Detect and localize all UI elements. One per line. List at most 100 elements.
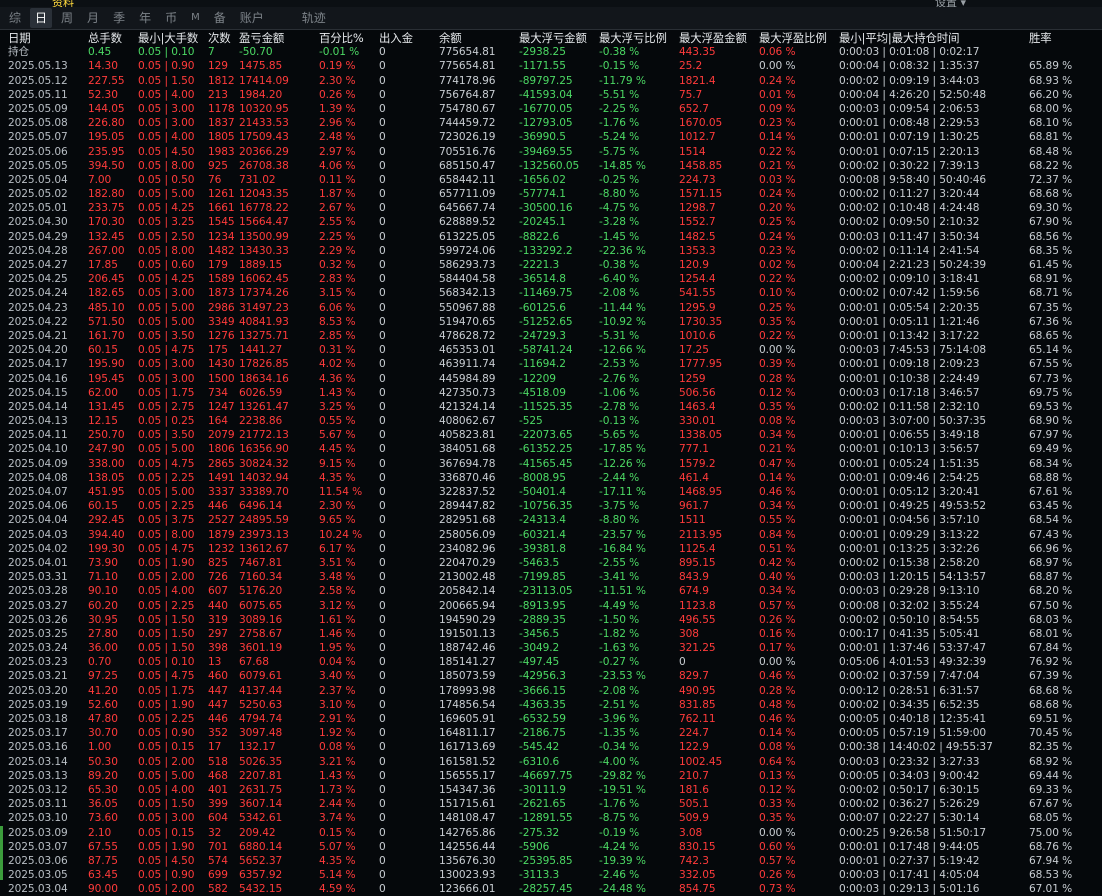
table-row[interactable]: 2025.05.07 195.05 0.05 | 4.00 1805 17509.43 2… [8, 130, 1102, 144]
table-row[interactable]: 2025.05.12 227.55 0.05 | 1.50 1812 17414.09 2… [8, 74, 1102, 88]
cell-max-float-loss-ratio: -1.76 % [599, 117, 640, 130]
tab-m[interactable]: M [186, 8, 205, 28]
table-row[interactable]: 2025.04.09 338.00 0.05 | 4.75 2865 30824.32 9… [8, 457, 1102, 471]
table-row[interactable]: 2025.04.14 131.45 0.05 | 2.75 1247 13261.47 3… [8, 400, 1102, 414]
col-header-pnl[interactable]: 盈亏金额 [239, 31, 284, 45]
table-row[interactable]: 2025.03.05 63.45 0.05 | 0.90 699 6357.92 5.14… [8, 868, 1102, 882]
cell-min-max-lots: 0.05 | 5.00 [138, 188, 195, 201]
tab-overview[interactable]: 综 [4, 8, 26, 28]
table-row[interactable]: 2025.03.10 73.60 0.05 | 3.00 604 5342.61 3.74… [8, 811, 1102, 825]
cell-win-rate: 68.81 % [1029, 131, 1073, 144]
table-row[interactable]: 2025.04.25 206.45 0.05 | 4.25 1589 16062.45 2… [8, 272, 1102, 286]
table-row[interactable]: 2025.04.01 73.90 0.05 | 1.90 825 7467.81 3.51… [8, 556, 1102, 570]
table-row[interactable]: 2025.04.28 267.00 0.05 | 8.00 1482 13430.33 2… [8, 244, 1102, 258]
tab-quarter[interactable]: 季 [108, 8, 130, 28]
table-row[interactable]: 2025.03.07 67.55 0.05 | 1.90 701 6880.14 5.07… [8, 840, 1102, 854]
table-row[interactable]: 2025.03.28 90.10 0.05 | 4.00 607 5176.20 2.58… [8, 584, 1102, 598]
cell-max-float-loss-ratio: -10.92 % [599, 315, 646, 328]
col-header-percent[interactable]: 百分比% [319, 31, 364, 45]
table-row[interactable]: 2025.04.27 17.85 0.05 | 0.60 179 1889.15 0.32… [8, 258, 1102, 272]
tab-month[interactable]: 月 [82, 8, 104, 28]
table-row[interactable]: 2025.03.20 41.20 0.05 | 1.75 447 4137.44 2.37… [8, 684, 1102, 698]
table-row[interactable]: 2025.04.30 170.30 0.05 | 3.25 1545 15664.47 2… [8, 215, 1102, 229]
table-row[interactable]: 2025.04.02 199.30 0.05 | 4.75 1232 13612.67 6… [8, 542, 1102, 556]
table-row[interactable]: 2025.04.23 485.10 0.05 | 5.00 2986 31497.23 6… [8, 301, 1102, 315]
table-row[interactable]: 2025.04.11 250.70 0.05 | 3.50 2079 21772.13 5… [8, 428, 1102, 442]
table-row[interactable]: 2025.05.11 52.30 0.05 | 4.00 213 1984.20 0.26… [8, 88, 1102, 102]
col-header-date[interactable]: 日期 [8, 31, 31, 45]
table-row[interactable]: 2025.03.04 90.00 0.05 | 2.00 582 5432.15 4.59… [8, 882, 1102, 896]
cell-min-max-lots: 0.05 | 0.60 [138, 259, 195, 271]
table-row[interactable]: 2025.04.21 161.70 0.05 | 3.50 1276 13275.71 2… [8, 329, 1102, 343]
tab-day[interactable]: 日 [30, 8, 53, 28]
tab-account[interactable]: 账户 [235, 8, 269, 28]
cell-balance: 657711.09 [439, 188, 496, 201]
cell-max-float-loss-ratio: -2.78 % [599, 400, 640, 413]
table-row[interactable]: 2025.03.24 36.00 0.05 | 1.50 398 3601.19 1.95… [8, 641, 1102, 655]
table-row[interactable]: 2025.05.05 394.50 0.05 | 8.00 925 26708.38 4.… [8, 159, 1102, 173]
table-row[interactable]: 2025.05.01 233.75 0.05 | 4.25 1661 16778.22 2… [8, 201, 1102, 215]
table-row[interactable]: 2025.03.13 89.20 0.05 | 5.00 468 2207.81 1.43… [8, 769, 1102, 783]
table-row[interactable]: 2025.04.06 60.15 0.05 | 2.25 446 6496.14 2.30… [8, 499, 1102, 513]
table-row[interactable]: 2025.04.10 247.90 0.05 | 5.00 1806 16356.90 4… [8, 442, 1102, 456]
table-row[interactable]: 2025.03.26 30.95 0.05 | 1.50 319 3089.16 1.61… [8, 613, 1102, 627]
table-row[interactable]: 2025.04.16 195.45 0.05 | 3.00 1500 18634.16 4… [8, 372, 1102, 386]
col-header-balance[interactable]: 余额 [439, 31, 462, 45]
tab-track[interactable]: 轨迹 [297, 8, 331, 28]
col-header-min-max-lots[interactable]: 最小|大手数 [138, 31, 198, 45]
col-header-max-float-loss[interactable]: 最大浮亏金额 [519, 31, 587, 45]
col-header-max-float-profit-ratio[interactable]: 最大浮盈比例 [759, 31, 827, 45]
col-header-hold-time[interactable]: 最小|平均|最大持仓时间 [839, 31, 959, 45]
cell-hold-time: 0:05:06 | 4:01:53 | 49:32:39 [839, 656, 987, 669]
table-row[interactable]: 2025.04.24 182.65 0.05 | 3.00 1873 17374.26 3… [8, 286, 1102, 300]
table-row[interactable]: 2025.04.04 292.45 0.05 | 3.75 2527 24895.59 9… [8, 513, 1102, 527]
table-row[interactable]: 2025.05.04 7.00 0.05 | 0.50 76 731.02 0.11 % 0… [8, 173, 1102, 187]
col-header-max-float-profit[interactable]: 最大浮盈金额 [679, 31, 747, 45]
cell-min-max-lots: 0.05 | 3.00 [138, 358, 195, 371]
cell-count: 2865 [208, 457, 235, 470]
table-row[interactable]: 2025.03.25 27.80 0.05 | 1.50 297 2758.67 1.46… [8, 627, 1102, 641]
table-row[interactable]: 2025.04.22 571.50 0.05 | 5.00 3349 40841.93 8… [8, 315, 1102, 329]
table-row[interactable]: 2025.03.14 50.30 0.05 | 2.00 518 5026.35 3.21… [8, 755, 1102, 769]
table-row[interactable]: 2025.04.15 62.00 0.05 | 1.75 734 6026.59 1.43… [8, 386, 1102, 400]
cell-total-lots: 338.00 [88, 457, 125, 470]
table-row[interactable]: 2025.04.20 60.15 0.05 | 4.75 175 1441.27 0.31… [8, 343, 1102, 357]
holding-row[interactable]: 持仓 0.45 0.05 | 0.10 7 -50.70 -0.01 % 0 7… [8, 45, 1102, 59]
col-header-total-lots[interactable]: 总手数 [88, 31, 122, 45]
table-row[interactable]: 2025.05.13 14.30 0.05 | 0.90 129 1475.85 0.19… [8, 59, 1102, 73]
table-row[interactable]: 2025.05.02 182.80 0.05 | 5.00 1261 12043.35 1… [8, 187, 1102, 201]
tab-currency[interactable]: 币 [160, 8, 182, 28]
table-row[interactable]: 2025.03.12 65.30 0.05 | 4.00 401 2631.75 1.73… [8, 783, 1102, 797]
table-row[interactable]: 2025.03.17 30.70 0.05 | 0.90 352 3097.48 1.92… [8, 726, 1102, 740]
cell-win-rate: 67.50 % [1029, 599, 1073, 612]
col-header-count[interactable]: 次数 [208, 31, 231, 45]
col-header-max-float-loss-ratio[interactable]: 最大浮亏比例 [599, 31, 667, 45]
table-row[interactable]: 2025.05.06 235.95 0.05 | 4.50 1983 20366.29 2… [8, 145, 1102, 159]
table-row[interactable]: 2025.03.16 1.00 0.05 | 0.15 17 132.17 0.08 % 0… [8, 740, 1102, 754]
cell-date: 2025.03.25 [8, 627, 68, 640]
col-header-deposit[interactable]: 出入金 [379, 31, 413, 45]
table-row[interactable]: 2025.03.18 47.80 0.05 | 2.25 446 4794.74 2.91… [8, 712, 1102, 726]
table-row[interactable]: 2025.03.21 97.25 0.05 | 4.75 460 6079.61 3.40… [8, 669, 1102, 683]
table-row[interactable]: 2025.03.23 0.70 0.05 | 0.10 13 67.68 0.04 % 0 1… [8, 655, 1102, 669]
table-row[interactable]: 2025.04.07 451.95 0.05 | 5.00 3337 33389.70 1… [8, 485, 1102, 499]
tab-notes[interactable]: 备 [209, 8, 231, 28]
table-row[interactable]: 2025.04.08 138.05 0.05 | 2.25 1491 14032.94 4… [8, 471, 1102, 485]
table-row[interactable]: 2025.03.19 52.60 0.05 | 1.90 447 5250.63 3.10… [8, 698, 1102, 712]
table-row[interactable]: 2025.03.11 36.05 0.05 | 1.50 399 3607.14 2.44… [8, 797, 1102, 811]
table-row[interactable]: 2025.03.09 2.10 0.05 | 0.15 32 209.42 0.15 % 0… [8, 826, 1102, 840]
table-row[interactable]: 2025.05.08 226.80 0.05 | 3.00 1837 21433.53 2… [8, 116, 1102, 130]
table-row[interactable]: 2025.03.31 71.10 0.05 | 2.00 726 7160.34 3.48… [8, 570, 1102, 584]
table-row[interactable]: 2025.03.27 60.20 0.05 | 2.25 440 6075.65 3.12… [8, 599, 1102, 613]
table-row[interactable]: 2025.04.13 12.15 0.05 | 0.25 164 2238.86 0.55… [8, 414, 1102, 428]
cell-date: 2025.05.04 [8, 173, 68, 186]
table-row[interactable]: 2025.05.09 144.05 0.05 | 3.00 1178 10320.95 1… [8, 102, 1102, 116]
table-row[interactable]: 2025.03.06 87.75 0.05 | 4.50 574 5652.37 4.35… [8, 854, 1102, 868]
col-header-win-rate[interactable]: 胜率 [1029, 31, 1052, 45]
tab-year[interactable]: 年 [134, 8, 156, 28]
table-row[interactable]: 2025.04.17 195.90 0.05 | 3.00 1430 17826.85 4… [8, 357, 1102, 371]
tab-week[interactable]: 周 [56, 8, 78, 28]
table-row[interactable]: 2025.04.03 394.40 0.05 | 8.00 1879 23973.13 1… [8, 528, 1102, 542]
table-row[interactable]: 2025.04.29 132.45 0.05 | 2.50 1234 13500.99 2… [8, 230, 1102, 244]
cell-balance: 405823.81 [439, 429, 496, 442]
